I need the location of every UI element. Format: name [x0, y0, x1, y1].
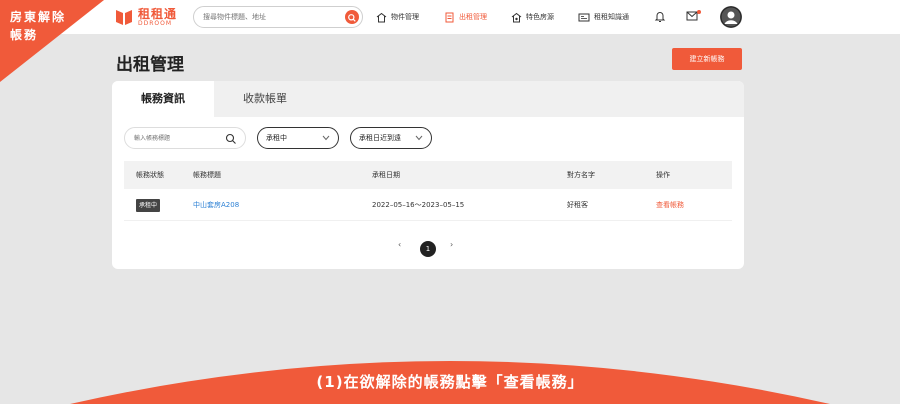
logo[interactable]: 租租通 DDROOM	[114, 7, 177, 27]
header-date: 承租日期	[372, 171, 400, 179]
nav-item-featured[interactable]: 特色房源	[511, 0, 554, 34]
page-title: 出租管理	[116, 55, 184, 75]
view-account-link[interactable]: 查看帳務	[656, 189, 684, 221]
tab-account-info[interactable]: 帳務資訊	[112, 81, 214, 117]
nav-label: 特色房源	[526, 13, 554, 21]
search-button[interactable]	[345, 10, 359, 24]
avatar[interactable]	[720, 6, 742, 28]
document-icon	[445, 12, 454, 22]
ribbon-line-1: 房東解除	[10, 10, 67, 24]
user-icon	[720, 6, 742, 28]
tab-bills[interactable]: 收款帳單	[214, 81, 316, 117]
notification-dot	[697, 10, 701, 14]
rental-dates: 2022–05–16～2023–05–15	[372, 201, 465, 209]
rental-card: 帳務資訊 收款帳單 承租中 承租日近到遠 帳務狀態 帳務標題 承租日期 對方名字…	[112, 81, 744, 269]
next-page-button[interactable]: ›	[450, 240, 453, 256]
header-status: 帳務狀態	[136, 171, 164, 179]
instruction-text: (1)在欲解除的帳務點擊「查看帳務」	[316, 373, 584, 391]
nav-item-knowledge[interactable]: 租租知識通	[578, 0, 629, 34]
search-input[interactable]	[203, 10, 338, 24]
account-search-input[interactable]	[134, 132, 224, 144]
tab-bar: 帳務資訊 收款帳單	[112, 81, 744, 117]
current-page[interactable]: 1	[420, 241, 436, 257]
book-icon	[578, 13, 590, 21]
tenant-name: 好租客	[567, 201, 588, 209]
search-icon	[348, 14, 356, 22]
search-box	[193, 6, 363, 28]
create-account-button[interactable]: 建立新帳務	[672, 48, 742, 70]
nav-label: 出租管理	[459, 13, 487, 21]
chevron-down-icon	[322, 135, 330, 141]
logo-mark-icon	[114, 7, 134, 27]
account-search-box	[124, 127, 246, 149]
top-navbar: 租租通 DDROOM 物件管理 出租管理 特色房源	[0, 0, 900, 34]
nav-label: 物件管理	[391, 13, 419, 21]
house-icon	[376, 12, 387, 22]
chevron-down-icon	[415, 135, 423, 141]
header-action: 操作	[656, 171, 670, 179]
ribbon-line-2: 帳務	[10, 28, 39, 42]
status-select[interactable]: 承租中	[257, 127, 339, 149]
table-header: 帳務狀態 帳務標題 承租日期 對方名字 操作	[124, 161, 732, 189]
star-house-icon	[511, 12, 522, 22]
logo-name: 租租通	[138, 6, 178, 21]
account-title-link[interactable]: 中山套房A208	[193, 189, 239, 221]
nav-label: 租租知識通	[594, 13, 629, 21]
prev-page-button[interactable]: ‹	[398, 240, 401, 256]
table-row: 承租中 中山套房A208 2022–05–16～2023–05–15 好租客 查…	[124, 189, 732, 221]
logo-subtitle: DDROOM	[138, 19, 173, 27]
nav-item-property[interactable]: 物件管理	[376, 0, 419, 34]
status-select-value: 承租中	[266, 134, 287, 142]
search-icon[interactable]	[225, 133, 237, 145]
sort-select-value: 承租日近到遠	[359, 134, 401, 142]
header-title: 帳務標題	[193, 171, 221, 179]
sort-select[interactable]: 承租日近到遠	[350, 127, 432, 149]
header-name: 對方名字	[567, 171, 595, 179]
status-badge: 承租中	[136, 199, 161, 212]
nav-item-rental[interactable]: 出租管理	[444, 0, 487, 34]
bell-icon[interactable]	[654, 10, 666, 23]
